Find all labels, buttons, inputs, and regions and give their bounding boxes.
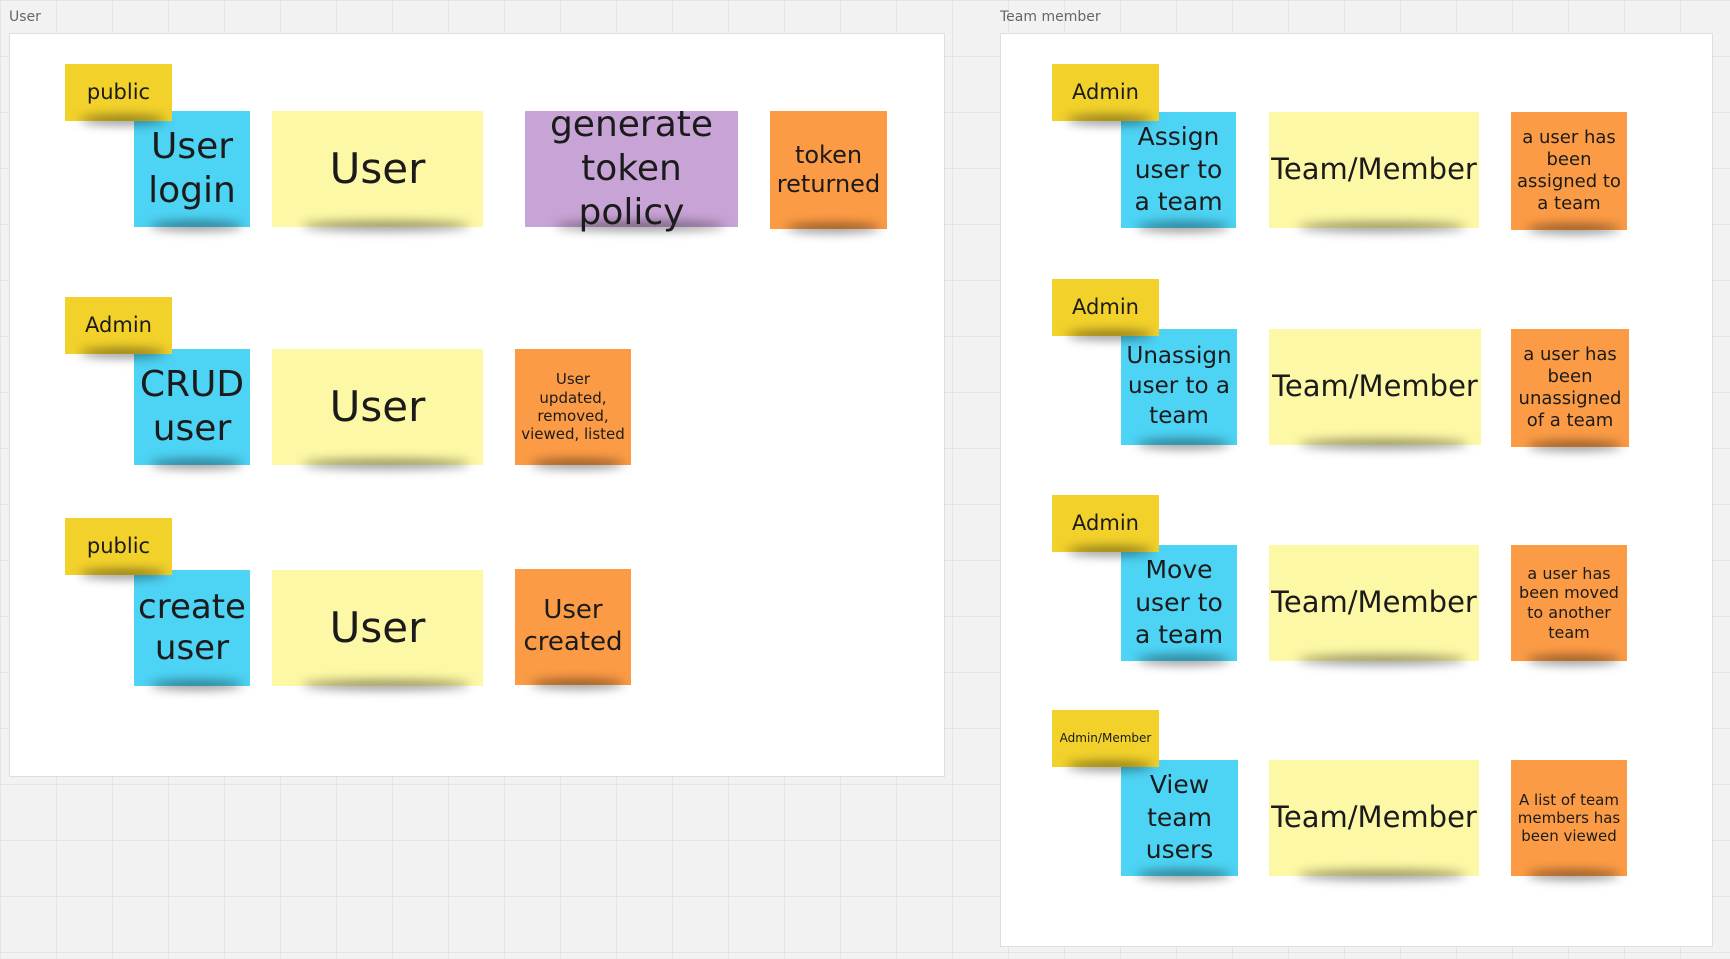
aggregate-sticky-team-member[interactable]: Team/Member [1269,545,1479,661]
command-sticky-unassign-user[interactable]: Unassign user to a team [1121,329,1237,445]
actor-sticky-admin[interactable]: Admin [1052,495,1159,552]
command-sticky-view-team-users[interactable]: View team users [1121,760,1238,876]
actor-sticky-admin[interactable]: Admin [1052,64,1159,121]
command-sticky-user-login[interactable]: User login [134,111,250,227]
policy-sticky-generate-token[interactable]: generate token policy [525,104,738,233]
aggregate-sticky-user[interactable]: User [272,570,483,686]
frame-title-team-member: Team member [1000,9,1101,25]
frame-title-user: User [9,9,41,25]
actor-sticky-admin-member[interactable]: Admin/Member [1052,710,1159,767]
aggregate-sticky-team-member[interactable]: Team/Member [1269,112,1479,228]
command-sticky-move-user[interactable]: Move user to a team [1121,545,1237,661]
event-sticky-user-moved[interactable]: a user has been moved to another team [1511,545,1627,661]
event-sticky-user-unassigned[interactable]: a user has been unassigned of a team [1511,329,1629,447]
event-sticky-user-created[interactable]: User created [515,569,631,685]
command-sticky-create-user[interactable]: create user [134,570,250,686]
actor-sticky-public[interactable]: public [65,518,172,575]
event-sticky-user-updated[interactable]: User updated, removed, viewed, listed [515,349,631,465]
actor-sticky-public[interactable]: public [65,64,172,121]
event-sticky-token-returned[interactable]: token returned [770,111,887,229]
command-sticky-crud-user[interactable]: CRUD user [134,349,250,465]
actor-sticky-admin[interactable]: Admin [1052,279,1159,336]
actor-sticky-admin[interactable]: Admin [65,297,172,354]
command-sticky-assign-user[interactable]: Assign user to a team [1121,112,1236,228]
event-sticky-team-members-viewed[interactable]: A list of team members has been viewed [1511,760,1627,876]
aggregate-sticky-team-member[interactable]: Team/Member [1269,760,1479,876]
event-sticky-user-assigned[interactable]: a user has been assigned to a team [1511,112,1627,230]
aggregate-sticky-user[interactable]: User [272,111,483,227]
aggregate-sticky-team-member[interactable]: Team/Member [1269,329,1481,445]
aggregate-sticky-user[interactable]: User [272,349,483,465]
